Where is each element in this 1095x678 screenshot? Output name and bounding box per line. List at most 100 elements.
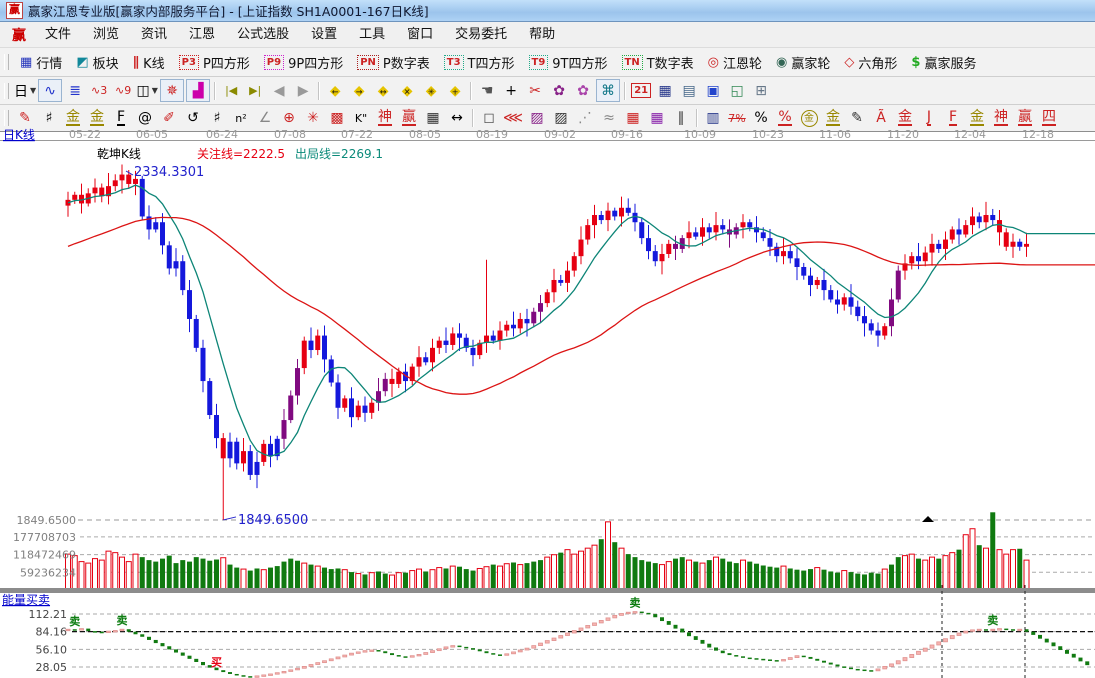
- ai-analyze-icon[interactable]: ⌘: [596, 79, 620, 102]
- kline-button[interactable]: ∥K线: [126, 50, 172, 74]
- cut-tool-icon[interactable]: ✂: [524, 80, 546, 101]
- fan-lines-icon[interactable]: ⋘: [502, 108, 524, 129]
- slashes-icon[interactable]: ∥: [670, 108, 692, 129]
- menu-item-3[interactable]: 资讯: [130, 24, 178, 45]
- last-bar-icon[interactable]: ▶|: [244, 80, 266, 101]
- t9-square-button[interactable]: T99T四方形: [522, 50, 615, 74]
- circle-cross-icon[interactable]: ⊕: [278, 108, 300, 129]
- histogram-icon[interactable]: ▟: [186, 79, 210, 102]
- menu-item-10[interactable]: 帮助: [518, 24, 566, 45]
- info-list-icon[interactable]: ≣: [64, 80, 86, 101]
- toolbar-grip[interactable]: [4, 110, 9, 126]
- menu-item-2[interactable]: 浏览: [82, 24, 130, 45]
- ray-fan-icon[interactable]: ⋰: [574, 108, 596, 129]
- no-percent-icon[interactable]: 7%: [726, 108, 748, 129]
- prev-bar-icon[interactable]: ◀: [268, 80, 290, 101]
- hand-tool-icon[interactable]: ☚: [476, 80, 498, 101]
- diamond-close-icon[interactable]: ◆✕: [396, 80, 418, 101]
- gann-box-icon[interactable]: ▩: [326, 108, 348, 129]
- red-grid-icon[interactable]: ▦: [622, 108, 644, 129]
- first-bar-icon[interactable]: |◀: [220, 80, 242, 101]
- spiral-icon[interactable]: @: [134, 108, 156, 129]
- chart-area[interactable]: 05-2206-0506-2407-0807-2208-0508-1909-02…: [0, 127, 1095, 678]
- f-line-icon[interactable]: F: [110, 108, 132, 129]
- crosshair-tool-icon[interactable]: +: [500, 80, 522, 101]
- gold-line-icon[interactable]: 金: [62, 108, 84, 129]
- gann-lines-icon[interactable]: ♯: [38, 108, 60, 129]
- price-pane[interactable]: [66, 164, 1095, 519]
- pane-splitter[interactable]: [0, 588, 1095, 593]
- shen-slash-icon[interactable]: 神: [990, 108, 1012, 129]
- indicator-pane-label[interactable]: 能量买卖: [2, 593, 50, 607]
- ying-slash-icon[interactable]: 赢: [1014, 108, 1036, 129]
- winner-wheel-button[interactable]: ◉赢家轮: [769, 50, 837, 74]
- menu-item-5[interactable]: 公式选股: [226, 24, 300, 45]
- print-icon[interactable]: ⊞: [750, 80, 772, 101]
- gold-red-line-icon[interactable]: 金: [894, 108, 916, 129]
- menu-item-8[interactable]: 窗口: [396, 24, 444, 45]
- ribbon-tool-icon[interactable]: ✿: [572, 80, 594, 101]
- calendar-icon[interactable]: 21: [630, 80, 652, 101]
- hexagon-button[interactable]: ◇六角形: [837, 50, 904, 74]
- flag-pencil-icon[interactable]: ✎: [846, 108, 868, 129]
- candle-type-dropdown[interactable]: ◫▼: [136, 80, 158, 101]
- pencil-tool-icon[interactable]: ✎: [14, 108, 36, 129]
- menu-item-4[interactable]: 江恩: [178, 24, 226, 45]
- hspan-arrow-icon[interactable]: ↔: [446, 108, 468, 129]
- angle-icon[interactable]: ∠: [254, 108, 276, 129]
- gann-web-icon[interactable]: ✳: [302, 108, 324, 129]
- p9-square-button[interactable]: P99P四方形: [257, 50, 350, 74]
- kline-mark-icon[interactable]: K": [350, 108, 372, 129]
- kline-chart-svg[interactable]: 05-2206-0506-2407-0807-2208-0508-1909-02…: [0, 127, 1095, 678]
- price-pane-label[interactable]: 日K线: [3, 128, 35, 142]
- fan-box-icon[interactable]: ▨: [526, 108, 548, 129]
- diamond-expand-icon[interactable]: ◆✳: [420, 80, 442, 101]
- f-slash-icon[interactable]: F: [942, 108, 964, 129]
- blocks-button[interactable]: ◩板块: [69, 50, 125, 74]
- diamond-left-icon[interactable]: ◆←: [324, 80, 346, 101]
- chart-3-icon[interactable]: ∿3: [88, 80, 110, 101]
- trendline-icon[interactable]: ∿: [38, 79, 62, 102]
- t-square-button[interactable]: T3T四方形: [437, 50, 522, 74]
- hash-lines-icon[interactable]: ♯: [206, 108, 228, 129]
- title-bar[interactable]: 赢 赢家江恩专业版[赢家内部服务平台] - [上证指数 SH1A0001-167…: [0, 0, 1095, 22]
- purple-grid-icon[interactable]: ▦: [646, 108, 668, 129]
- diamond-hspan-icon[interactable]: ◆↔: [372, 80, 394, 101]
- gann-wheel-button[interactable]: ◎江恩轮: [701, 50, 769, 74]
- toolbar-grip[interactable]: [4, 83, 9, 99]
- j-slash-icon[interactable]: J: [918, 108, 940, 129]
- winner-service-button[interactable]: $赢家服务: [904, 50, 983, 74]
- n2-cycle-icon[interactable]: n²: [230, 108, 252, 129]
- box-select-icon[interactable]: ◻: [478, 108, 500, 129]
- menu-item-1[interactable]: 文件: [34, 24, 82, 45]
- percent-line-icon[interactable]: %: [774, 108, 796, 129]
- diamond-right-icon[interactable]: ◆→: [348, 80, 370, 101]
- hatch-box-icon[interactable]: ▨: [550, 108, 572, 129]
- menu-item-6[interactable]: 设置: [300, 24, 348, 45]
- menu-item-7[interactable]: 工具: [348, 24, 396, 45]
- gold-lines3-icon[interactable]: 金: [822, 108, 844, 129]
- pattern-icon[interactable]: ✵: [160, 79, 184, 102]
- diamond-cross-icon[interactable]: ◆+: [444, 80, 466, 101]
- calculator-icon[interactable]: ▦: [654, 80, 676, 101]
- period-day-dropdown[interactable]: 日▼: [14, 80, 36, 101]
- save-icon[interactable]: ▣: [702, 80, 724, 101]
- flower-grid-icon[interactable]: ✿: [548, 80, 570, 101]
- dense-grid-icon[interactable]: ▦: [422, 108, 444, 129]
- chart-9-icon[interactable]: ∿9: [112, 80, 134, 101]
- gold-circle-icon[interactable]: 金: [798, 108, 820, 129]
- export-icon[interactable]: ◱: [726, 80, 748, 101]
- menu-item-9[interactable]: 交易委托: [444, 24, 518, 45]
- quotes-button[interactable]: ▦行情: [13, 50, 69, 74]
- scale-chart-icon[interactable]: ▥: [702, 108, 724, 129]
- toolbar-grip[interactable]: [4, 54, 9, 70]
- gold-slash-icon[interactable]: 金: [966, 108, 988, 129]
- t-number-button[interactable]: TNT数字表: [615, 50, 701, 74]
- wave-a-icon[interactable]: Ã: [870, 108, 892, 129]
- brush-icon[interactable]: ✐: [158, 108, 180, 129]
- next-bar-icon[interactable]: ▶: [292, 80, 314, 101]
- p-number-button[interactable]: PNP数字表: [350, 50, 437, 74]
- notepad-icon[interactable]: ▤: [678, 80, 700, 101]
- zigzag-wave-icon[interactable]: ≈: [598, 108, 620, 129]
- ying-line-icon[interactable]: 赢: [398, 108, 420, 129]
